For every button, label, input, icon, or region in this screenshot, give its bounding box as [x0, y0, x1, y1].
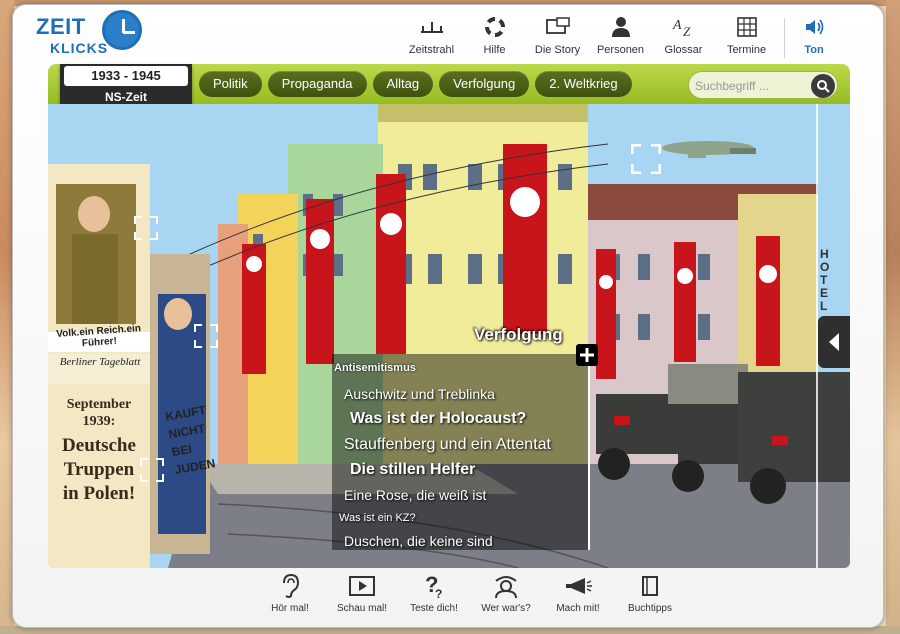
logo-line1: ZEIT [36, 14, 86, 39]
ear-icon [254, 572, 326, 600]
topic-link[interactable]: Eine Rose, die weiß ist [344, 487, 486, 503]
scene-stage: Volk.ein Reich.ein Führer! Berliner Tage… [48, 104, 850, 568]
tab-politik[interactable]: Politik [199, 71, 262, 97]
nav-label: Wer war's? [481, 603, 531, 614]
era-years: 1933 - 1945 [64, 66, 188, 86]
tab-verfolgung[interactable]: Verfolgung [439, 71, 530, 97]
topic-link[interactable]: Stauffenberg und ein Attentat [344, 436, 551, 454]
topic-link[interactable]: Duschen, die keine sind [344, 533, 493, 549]
nav-buchtipps[interactable]: Buchtipps [614, 572, 686, 614]
play-icon [326, 572, 398, 600]
top-navigation: Zeitstrahl Hilfe Die Story Personen AZ G… [400, 16, 837, 60]
background-right [886, 0, 900, 634]
lifebuoy-icon [463, 16, 526, 38]
hotel-sign: HOTEL [820, 247, 830, 313]
svg-text:?: ? [435, 587, 442, 600]
nav-label: Termine [726, 44, 767, 56]
glossary-icon: AZ [652, 16, 715, 38]
tab-alltag[interactable]: Alltag [372, 71, 434, 97]
svg-text:A: A [672, 18, 682, 33]
svg-text:Z: Z [683, 24, 691, 38]
headline-line: September [66, 397, 132, 412]
nav-termine[interactable]: Termine [715, 16, 778, 60]
megaphone-icon [542, 572, 614, 600]
nav-zeitstrahl[interactable]: Zeitstrahl [400, 16, 463, 60]
nav-hoer-mal[interactable]: Hör mal! [254, 572, 326, 614]
nav-label: Zeitstrahl [408, 44, 455, 56]
nav-die-story[interactable]: Die Story [526, 16, 589, 60]
search-input[interactable] [695, 76, 807, 96]
nav-hilfe[interactable]: Hilfe [463, 16, 526, 60]
topic-link[interactable]: Was ist ein KZ? [339, 512, 416, 524]
nav-mach-mit[interactable]: Mach mit! [542, 572, 614, 614]
search-icon [817, 80, 830, 93]
nav-label: Glossar [664, 44, 703, 56]
nav-label: Teste dich! [410, 603, 458, 614]
category-tabs: Politik Propaganda Alltag Verfolgung 2. … [199, 71, 632, 97]
hotspot-marker[interactable] [630, 144, 662, 174]
section-title: Verfolgung [474, 325, 563, 344]
topic-link[interactable]: Auschwitz und Treblinka [344, 386, 495, 402]
plus-icon[interactable] [576, 344, 598, 366]
headline-line: Truppen [63, 459, 135, 480]
headline-line: 1939: [82, 414, 116, 429]
headline-line: in Polen! [62, 483, 136, 504]
clock-icon [102, 10, 142, 50]
hotspot-marker[interactable] [194, 324, 218, 348]
nav-label: Mach mit! [556, 603, 600, 614]
question-icon: ?? [398, 572, 470, 600]
calendar-icon [715, 16, 778, 38]
topic-link[interactable]: Die stillen Helfer [350, 461, 475, 479]
nav-label: Ton [804, 44, 824, 56]
story-icon [526, 16, 589, 38]
speaker-icon [791, 16, 837, 38]
timeline-icon [400, 16, 463, 38]
nav-label: Schau mal! [336, 603, 388, 614]
nav-label: Hilfe [483, 44, 506, 56]
hotspot-marker[interactable] [134, 216, 158, 240]
search-button[interactable] [811, 74, 835, 98]
search-box [688, 71, 838, 99]
tab-weltkrieg[interactable]: 2. Weltkrieg [535, 71, 632, 97]
era-name: NS-Zeit [105, 90, 147, 104]
headline-line: Deutsche [62, 435, 136, 456]
person-icon [589, 16, 652, 38]
book-icon [614, 572, 686, 600]
nav-schau-mal[interactable]: Schau mal! [326, 572, 398, 614]
nav-personen[interactable]: Personen [589, 16, 652, 60]
hotspot-marker[interactable] [140, 458, 164, 482]
nav-separator [784, 18, 785, 58]
nav-wer-wars[interactable]: Wer war's? [470, 572, 542, 614]
nav-ton[interactable]: Ton [791, 16, 837, 60]
next-scene-button[interactable] [818, 316, 850, 368]
topic-menu: Antisemitismus Auschwitz und Treblinka W… [332, 354, 590, 550]
nav-glossar[interactable]: AZ Glossar [652, 16, 715, 60]
nav-label: Buchtipps [628, 603, 672, 614]
nav-label: Personen [596, 44, 645, 56]
zeitklicks-logo[interactable]: ZEIT KLICKS [36, 10, 146, 60]
newspaper-title: Berliner Tageblatt [59, 356, 141, 368]
bottom-navigation: Hör mal! Schau mal! ?? Teste dich! Wer w… [254, 572, 686, 614]
newspaper-headline: September 1939: Deutsche Truppen in Pole… [50, 396, 148, 506]
detective-icon [470, 572, 542, 600]
tab-propaganda[interactable]: Propaganda [267, 71, 367, 97]
nav-label: Die Story [534, 44, 581, 56]
topic-category: Antisemitismus [334, 362, 416, 374]
nav-label: Hör mal! [271, 603, 309, 614]
topic-link[interactable]: Was ist der Holocaust? [350, 410, 526, 428]
logo-line2: KLICKS [50, 40, 109, 56]
nav-teste-dich[interactable]: ?? Teste dich! [398, 572, 470, 614]
